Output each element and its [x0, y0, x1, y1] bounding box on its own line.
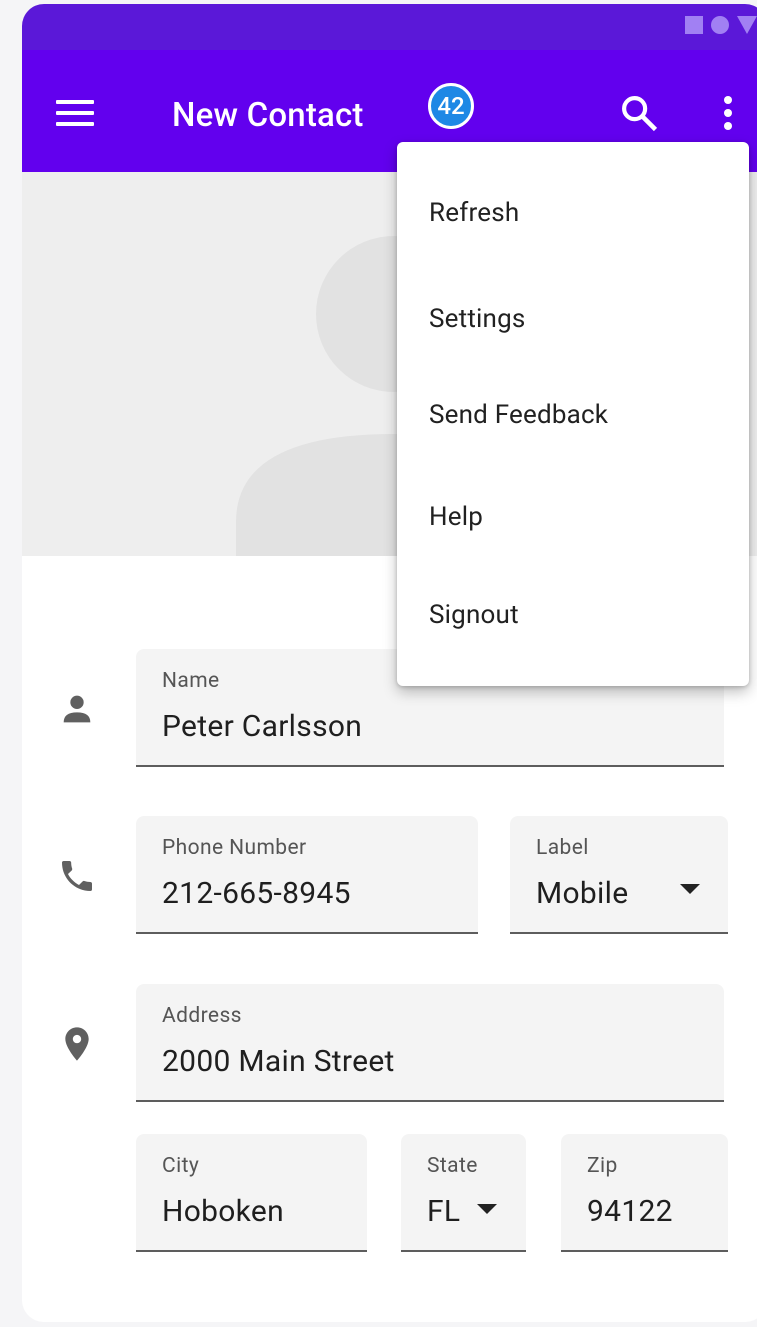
phone-label-label: Label — [536, 836, 589, 860]
dropdown-arrow-icon — [477, 1204, 497, 1214]
dropdown-arrow-icon — [680, 884, 700, 894]
name-label: Name — [162, 669, 220, 693]
state-select[interactable]: State FL — [401, 1134, 526, 1252]
state-value: FL — [427, 1194, 461, 1229]
city-field[interactable]: City Hoboken — [136, 1134, 367, 1252]
status-triangle-icon — [737, 16, 757, 34]
menu-item-send-feedback[interactable]: Send Feedback — [429, 400, 608, 430]
city-value: Hoboken — [162, 1194, 284, 1229]
menu-item-refresh[interactable]: Refresh — [429, 198, 519, 228]
address-field[interactable]: Address 2000 Main Street — [136, 984, 724, 1102]
zip-value: 94122 — [587, 1194, 673, 1229]
address-value: 2000 Main Street — [162, 1044, 395, 1079]
device-screen: New Contact 42 Name Peter Carlsson Phone… — [22, 4, 757, 1322]
location-pin-icon — [57, 1024, 97, 1064]
notification-badge: 42 — [428, 83, 474, 129]
menu-item-help[interactable]: Help — [429, 502, 483, 532]
phone-number-label: Phone Number — [162, 836, 307, 860]
overflow-menu: Refresh Settings Send Feedback Help Sign… — [397, 142, 749, 686]
page-title: New Contact — [172, 96, 364, 135]
status-circle-icon — [711, 16, 729, 34]
state-label: State — [427, 1154, 478, 1178]
menu-item-signout[interactable]: Signout — [429, 600, 519, 630]
status-bar — [22, 4, 757, 50]
zip-label: Zip — [587, 1154, 618, 1178]
zip-field[interactable]: Zip 94122 — [561, 1134, 728, 1252]
phone-number-field[interactable]: Phone Number 212-665-8945 — [136, 816, 478, 934]
person-icon — [57, 689, 97, 729]
address-label: Address — [162, 1004, 242, 1028]
status-icons — [685, 16, 757, 34]
phone-number-value: 212-665-8945 — [162, 876, 351, 911]
phone-label-value: Mobile — [536, 876, 629, 911]
more-vertical-icon[interactable] — [716, 94, 740, 136]
menu-item-settings[interactable]: Settings — [429, 304, 526, 334]
status-square-icon — [685, 16, 703, 34]
phone-label-select[interactable]: Label Mobile — [510, 816, 728, 934]
phone-icon — [57, 856, 97, 896]
search-icon[interactable] — [618, 92, 660, 134]
name-value: Peter Carlsson — [162, 709, 363, 744]
city-label: City — [162, 1154, 200, 1178]
hamburger-menu-icon[interactable] — [56, 100, 94, 126]
